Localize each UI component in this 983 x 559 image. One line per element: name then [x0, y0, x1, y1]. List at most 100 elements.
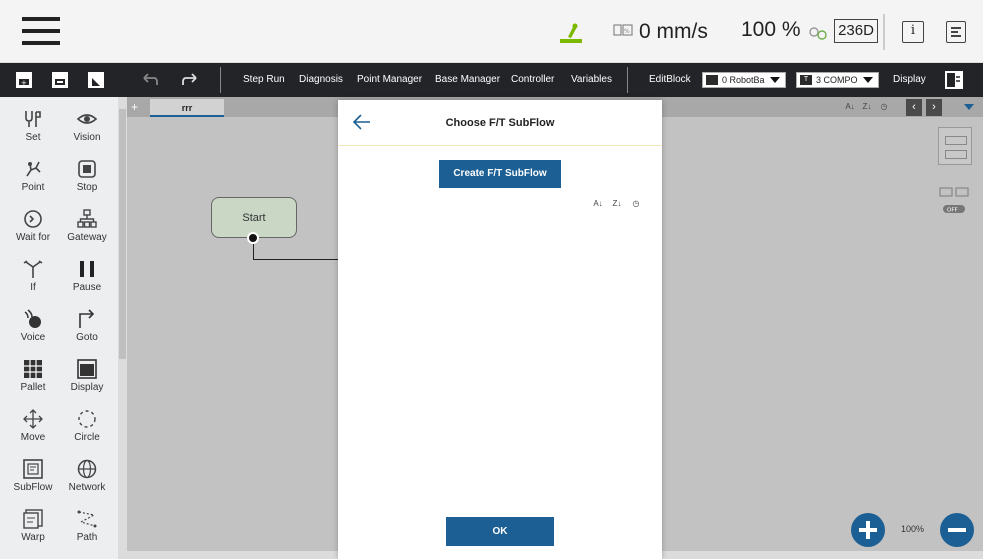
gateway-icon — [77, 209, 97, 228]
separator — [627, 67, 628, 93]
chevron-down-icon — [769, 77, 780, 83]
palette-item-goto[interactable]: Goto — [60, 301, 114, 351]
palette-item-warp[interactable]: Warp — [6, 501, 60, 551]
dialog-header: Choose F/T SubFlow — [338, 100, 662, 146]
sort-time-icon[interactable]: ◷ — [877, 100, 891, 114]
zoom-level: 100% — [901, 524, 925, 534]
palette-item-display[interactable]: Display — [60, 351, 114, 401]
hamburger-menu-icon[interactable] — [22, 17, 60, 47]
sort-az-icon[interactable]: A↓ — [843, 100, 857, 114]
diagnosis-button[interactable]: Diagnosis — [299, 74, 343, 85]
add-tab-button[interactable]: + — [131, 100, 138, 114]
start-node-connector[interactable] — [247, 232, 259, 244]
controller-button[interactable]: Controller — [511, 74, 554, 85]
palette-item-if[interactable]: If — [6, 251, 60, 301]
speed-indicator: % 0 mm/s — [613, 18, 708, 46]
palette-scrollbar[interactable] — [118, 97, 127, 559]
base-badge-icon — [706, 75, 718, 85]
undo-icon[interactable] — [140, 70, 160, 90]
connection-line — [253, 259, 339, 260]
scrollbar-thumb[interactable] — [119, 109, 126, 359]
toggle-off-label: OFF — [947, 208, 958, 214]
create-ft-subflow-button[interactable]: Create F/T SubFlow — [439, 160, 561, 188]
palette-item-pause[interactable]: Pause — [60, 251, 114, 301]
palette-item-set[interactable]: Set — [6, 101, 60, 151]
palette-item-subflow[interactable]: SubFlow — [6, 451, 60, 501]
if-icon — [23, 260, 43, 278]
palette-item-vision[interactable]: Vision — [60, 101, 114, 151]
goto-icon — [79, 309, 95, 328]
tool-value: 3 COMPO — [816, 75, 858, 85]
robot-status-icon — [560, 23, 582, 43]
sort-za-icon[interactable]: Z↓ — [860, 100, 874, 114]
node-palette: Set Vision Point Stop Wait for Gateway I… — [0, 97, 118, 559]
speed-value: 0 mm/s — [639, 20, 708, 43]
palette-item-circle[interactable]: Circle — [60, 401, 114, 451]
layout-toggle-icon[interactable] — [938, 127, 972, 165]
move-icon — [23, 409, 43, 429]
save-as-icon[interactable] — [86, 70, 106, 90]
separator — [883, 14, 885, 50]
ok-button[interactable]: OK — [446, 517, 554, 546]
point-manager-button[interactable]: Point Manager — [357, 74, 422, 85]
gears-icon — [809, 27, 827, 40]
canvas-sort-tools: A↓ Z↓ ◷ — [843, 100, 891, 114]
warp-icon — [23, 509, 43, 529]
edit-block-button[interactable]: EditBlock — [649, 74, 691, 85]
speed-gauge-icon: % — [613, 24, 633, 36]
vision-icon — [76, 114, 98, 124]
chevron-down-icon — [862, 77, 873, 83]
connection-line — [253, 244, 254, 260]
circle-icon — [78, 410, 96, 428]
toolbar: + Step Run Diagnosis Point Manager Base … — [0, 63, 983, 97]
tab-prev-button[interactable]: ‹ — [906, 99, 922, 116]
sort-time-icon[interactable]: ◷ — [629, 197, 643, 211]
save-icon[interactable] — [50, 70, 70, 90]
zoom-out-button[interactable] — [940, 513, 974, 547]
palette-item-point[interactable]: Point — [6, 151, 60, 201]
palette-item-wait-for[interactable]: Wait for — [6, 201, 60, 251]
robot-base-value: 0 RobotBa — [722, 75, 765, 85]
palette-item-voice[interactable]: Voice — [6, 301, 60, 351]
display-icon — [77, 359, 97, 379]
variables-button[interactable]: Variables — [571, 74, 612, 85]
point-icon — [26, 161, 41, 177]
parallel-toggle-icon[interactable]: OFF — [938, 186, 972, 218]
tab-list-chevron-icon[interactable] — [964, 104, 974, 110]
set-icon — [25, 111, 41, 127]
display-button[interactable]: Display — [893, 74, 926, 85]
choose-ft-subflow-dialog: Choose F/T SubFlow Create F/T SubFlow A↓… — [338, 100, 662, 559]
svg-text:+: + — [21, 79, 27, 87]
sort-az-icon[interactable]: A↓ — [591, 197, 605, 211]
svg-text:%: % — [624, 28, 630, 35]
tool-select[interactable]: T 3 COMPO — [796, 72, 879, 88]
sort-za-icon[interactable]: Z↓ — [610, 197, 624, 211]
palette-item-gateway[interactable]: Gateway — [60, 201, 114, 251]
tab-rrr[interactable]: rrr — [150, 99, 224, 117]
base-manager-button[interactable]: Base Manager — [435, 74, 500, 85]
mode-badge[interactable]: 236D — [834, 19, 878, 43]
palette-item-pallet[interactable]: Pallet — [6, 351, 60, 401]
tab-next-button[interactable]: › — [926, 99, 942, 116]
robot-base-select[interactable]: 0 RobotBa — [702, 72, 786, 88]
pause-icon — [80, 261, 94, 277]
stop-icon — [78, 160, 96, 178]
palette-item-stop[interactable]: Stop — [60, 151, 114, 201]
voice-icon — [24, 309, 41, 328]
new-project-icon[interactable]: + — [14, 70, 34, 90]
network-icon — [77, 459, 97, 479]
palette-item-path[interactable]: Path — [60, 501, 114, 551]
speed-percent: 100 % — [741, 18, 801, 41]
panel-toggle-icon[interactable] — [944, 70, 964, 90]
redo-icon[interactable] — [180, 70, 200, 90]
palette-item-network[interactable]: Network — [60, 451, 114, 501]
pallet-icon — [24, 360, 42, 378]
log-icon[interactable] — [946, 21, 966, 43]
info-button[interactable]: i — [902, 21, 924, 43]
path-icon — [77, 510, 97, 528]
step-run-button[interactable]: Step Run — [243, 74, 285, 85]
palette-item-move[interactable]: Move — [6, 401, 60, 451]
status-bar: % 0 mm/s 100 % 236D i — [0, 0, 983, 63]
separator — [220, 67, 221, 93]
zoom-in-button[interactable] — [851, 513, 885, 547]
